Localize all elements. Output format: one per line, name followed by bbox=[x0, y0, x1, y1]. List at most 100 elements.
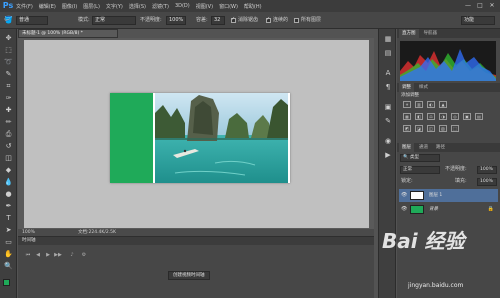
fill-input[interactable]: 100% bbox=[477, 178, 497, 186]
minimize-icon[interactable]: — bbox=[464, 2, 472, 9]
paint-bucket-tool-icon[interactable]: ◆ bbox=[3, 165, 14, 175]
eraser-tool-icon[interactable]: ◫ bbox=[3, 153, 14, 163]
antialias-checkbox[interactable] bbox=[231, 16, 236, 23]
menu-window[interactable]: 窗口(W) bbox=[219, 3, 238, 10]
brush-panel-icon[interactable]: ✎ bbox=[383, 117, 393, 126]
brush-tool-icon[interactable]: ✏ bbox=[3, 117, 14, 127]
zoom-level[interactable]: 100% bbox=[22, 229, 35, 236]
crop-tool-icon[interactable]: ⌗ bbox=[3, 81, 14, 91]
menu-file[interactable]: 文件(F) bbox=[16, 3, 33, 10]
shape-tool-icon[interactable]: ▭ bbox=[3, 237, 14, 247]
foreground-color-swatch[interactable] bbox=[3, 279, 10, 286]
marquee-tool-icon[interactable]: ⬚ bbox=[3, 45, 14, 55]
contiguous-checkbox[interactable] bbox=[266, 16, 271, 23]
selective-color-icon[interactable]: ⬚ bbox=[451, 125, 459, 132]
opacity-input[interactable]: 100% bbox=[166, 16, 186, 25]
paint-bucket-tool-icon[interactable]: 🪣 bbox=[4, 16, 13, 25]
clone-stamp-tool-icon[interactable]: ⎙ bbox=[3, 129, 14, 139]
menu-type[interactable]: 文字(Y) bbox=[106, 3, 123, 10]
menu-image[interactable]: 图像(I) bbox=[62, 3, 77, 10]
fill-source-select[interactable]: 普通 bbox=[16, 16, 48, 25]
contiguous-label: 连续的 bbox=[273, 17, 289, 23]
black-white-icon[interactable]: ◑ bbox=[439, 113, 447, 120]
menu-layer[interactable]: 图层(L) bbox=[83, 3, 100, 10]
maximize-icon[interactable]: □ bbox=[476, 2, 484, 9]
layer-row[interactable]: 👁 图层 1 bbox=[399, 189, 498, 202]
move-tool-icon[interactable]: ✥ bbox=[3, 33, 14, 43]
play-icon[interactable]: ▶ bbox=[44, 252, 52, 259]
audio-icon[interactable]: ♪ bbox=[68, 252, 76, 259]
hand-tool-icon[interactable]: ✋ bbox=[3, 249, 14, 259]
hue-saturation-icon[interactable]: ◧ bbox=[415, 113, 423, 120]
close-icon[interactable]: ✕ bbox=[488, 2, 496, 9]
tab-navigator[interactable]: 导航器 bbox=[421, 29, 441, 38]
histogram-chart bbox=[400, 41, 496, 81]
layer-opacity-input[interactable]: 100% bbox=[477, 166, 497, 174]
prev-frame-icon[interactable]: ◀ bbox=[34, 252, 42, 259]
menu-bar: Ps 文件(F) 编辑(E) 图像(I) 图层(L) 文字(Y) 选择(S) 滤… bbox=[0, 0, 500, 12]
next-frame-icon[interactable]: ▶▶ bbox=[54, 252, 62, 259]
layer-row[interactable]: 👁 背景 🔒 bbox=[399, 203, 498, 216]
menu-help[interactable]: 帮助(H) bbox=[244, 3, 262, 10]
pen-tool-icon[interactable]: ✒ bbox=[3, 201, 14, 211]
tab-adjustments[interactable]: 调整 bbox=[399, 83, 414, 92]
posterize-icon[interactable]: ◪ bbox=[415, 125, 423, 132]
history-panel-icon[interactable]: ▦ bbox=[383, 35, 393, 44]
brightness-icon[interactable]: ☀ bbox=[403, 101, 411, 108]
tab-histogram[interactable]: 直方图 bbox=[399, 29, 419, 38]
menu-select[interactable]: 选择(S) bbox=[129, 3, 146, 10]
color-balance-icon[interactable]: ⚖ bbox=[427, 113, 435, 120]
tab-channels[interactable]: 通道 bbox=[416, 143, 431, 152]
tolerance-input[interactable]: 32 bbox=[211, 16, 225, 25]
settings-icon[interactable]: ⚙ bbox=[80, 252, 88, 259]
levels-icon[interactable]: ▥ bbox=[415, 101, 423, 108]
menu-3d[interactable]: 3D(D) bbox=[175, 3, 190, 9]
create-video-timeline-button[interactable]: 创建视频时间轴 bbox=[168, 271, 210, 280]
tab-paths[interactable]: 路径 bbox=[433, 143, 448, 152]
eyedropper-tool-icon[interactable]: ✑ bbox=[3, 93, 14, 103]
lock-icon: 🔒 bbox=[487, 206, 494, 212]
paragraph-panel-icon[interactable]: ¶ bbox=[383, 83, 393, 92]
clone-source-panel-icon[interactable]: ◉ bbox=[383, 137, 393, 146]
document-tab[interactable]: 未标题-1 @ 100% (RGB/8) * bbox=[18, 29, 118, 38]
layer-opacity-label: 不透明度: bbox=[445, 166, 467, 172]
healing-brush-tool-icon[interactable]: ✚ bbox=[3, 105, 14, 115]
history-brush-tool-icon[interactable]: ↺ bbox=[3, 141, 14, 151]
character-panel-icon[interactable]: A bbox=[383, 69, 393, 78]
eye-icon[interactable]: 👁 bbox=[401, 203, 407, 216]
invert-icon[interactable]: ◩ bbox=[403, 125, 411, 132]
workspace-select[interactable]: 功能 bbox=[461, 16, 495, 25]
curves-icon[interactable]: ◐ bbox=[427, 101, 435, 108]
lasso-tool-icon[interactable]: ➰ bbox=[3, 57, 14, 67]
blur-tool-icon[interactable]: 💧 bbox=[3, 177, 14, 187]
exposure-icon[interactable]: ▲ bbox=[439, 101, 447, 108]
first-frame-icon[interactable]: ⏮ bbox=[24, 252, 32, 259]
tab-layers[interactable]: 图层 bbox=[399, 143, 414, 152]
layer-kind-filter[interactable]: 🔍 类型 bbox=[400, 154, 440, 162]
threshold-icon[interactable]: ◫ bbox=[427, 125, 435, 132]
gradient-map-icon[interactable]: ▧ bbox=[439, 125, 447, 132]
menu-edit[interactable]: 编辑(E) bbox=[39, 3, 56, 10]
quick-select-tool-icon[interactable]: ✎ bbox=[3, 69, 14, 79]
eye-icon[interactable]: 👁 bbox=[401, 189, 407, 202]
dodge-tool-icon[interactable]: ● bbox=[3, 189, 14, 199]
mode-select[interactable]: 正常 bbox=[92, 16, 136, 25]
color-lookup-icon[interactable]: ▤ bbox=[475, 113, 483, 120]
blend-mode-select[interactable]: 正常 bbox=[400, 166, 440, 174]
tab-styles[interactable]: 样式 bbox=[416, 83, 431, 92]
all-layers-checkbox[interactable] bbox=[294, 18, 299, 23]
actions-panel-icon[interactable]: ▶ bbox=[383, 151, 393, 160]
swatches-panel-icon[interactable]: ▣ bbox=[383, 103, 393, 112]
timeline-header: 时间轴 bbox=[18, 237, 374, 245]
channel-mixer-icon[interactable]: ▣ bbox=[463, 113, 471, 120]
path-select-tool-icon[interactable]: ➤ bbox=[3, 225, 14, 235]
antialias-label: 消除锯齿 bbox=[238, 17, 259, 23]
properties-panel-icon[interactable]: ▤ bbox=[383, 49, 393, 58]
menu-view[interactable]: 视图(V) bbox=[196, 3, 213, 10]
photo-filter-icon[interactable]: ◎ bbox=[451, 113, 459, 120]
type-tool-icon[interactable]: T bbox=[3, 213, 14, 223]
vibrance-icon[interactable]: ▦ bbox=[403, 113, 411, 120]
zoom-tool-icon[interactable]: 🔍 bbox=[3, 261, 14, 271]
lock-label: 锁定: bbox=[401, 178, 413, 184]
menu-filter[interactable]: 滤镜(T) bbox=[152, 3, 169, 10]
